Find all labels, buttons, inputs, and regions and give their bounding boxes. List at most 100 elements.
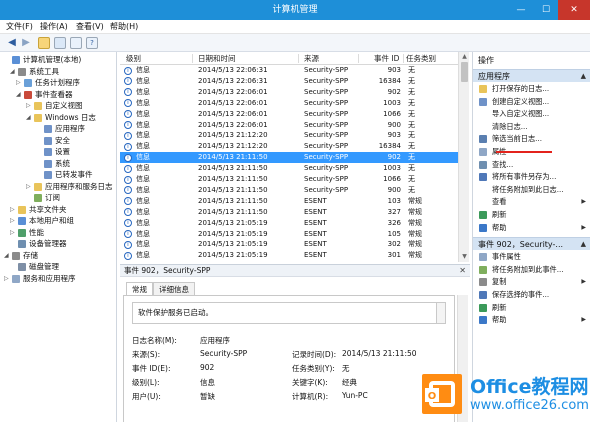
action-item[interactable]: 筛选当前日志... [473, 133, 590, 145]
tree-item[interactable]: ▷ 应用程序和服务日志 [0, 181, 116, 193]
tree-expand-icon[interactable]: ▷ [10, 204, 18, 216]
tree-expand-icon[interactable]: ▷ [26, 100, 34, 112]
tree-item[interactable]: ▷ 自定义视图 [0, 100, 116, 112]
column-task-category[interactable]: 任务类别 [406, 52, 436, 65]
column-source[interactable]: 来源 [304, 52, 319, 65]
event-row[interactable]: i 信息 2014/5/13 21:12:20 Security-SPP 903 无 [120, 130, 458, 141]
event-row[interactable]: i 信息 2014/5/13 22:06:31 Security-SPP 16384 无 [120, 76, 458, 87]
event-row[interactable]: i 信息 2014/5/13 22:06:01 Security-SPP 900 无 [120, 120, 458, 131]
tree-expand-icon[interactable]: ▷ [16, 77, 24, 89]
tree-item[interactable]: ▷ 本地用户和组 [0, 215, 116, 227]
action-item[interactable]: 打开保存的日志... [473, 83, 590, 95]
column-level[interactable]: 级别 [126, 52, 141, 65]
event-row[interactable]: i 信息 2014/5/13 21:11:50 ESENT 327 常规 [120, 207, 458, 218]
maximize-button[interactable]: ☐ [534, 0, 558, 20]
event-row[interactable]: i 信息 2014/5/13 21:11:50 Security-SPP 900 无 [120, 185, 458, 196]
scroll-thumb[interactable] [461, 62, 468, 82]
actions-section-app[interactable]: 应用程序 ▲ [473, 69, 590, 82]
tree-item[interactable]: ◢ 系统工具 [0, 66, 116, 78]
tree-item[interactable]: ▷ 服务和应用程序 [0, 273, 116, 285]
event-row[interactable]: i 信息 2014/5/13 21:11:50 Security-SPP 1066 无 [120, 174, 458, 185]
event-row[interactable]: i 信息 2014/5/13 22:06:01 Security-SPP 1066 无 [120, 109, 458, 120]
tree-item[interactable]: 安全 [0, 135, 116, 147]
action-item[interactable]: 查看 ▶ [473, 196, 590, 208]
event-row[interactable]: i 信息 2014/5/13 22:06:01 Security-SPP 902 无 [120, 87, 458, 98]
tree-expand-icon[interactable]: ▷ [10, 227, 18, 239]
event-row[interactable]: i 信息 2014/5/13 21:05:19 ESENT 105 常规 [120, 229, 458, 240]
action-item[interactable]: 帮助 ▶ [473, 314, 590, 326]
tree-item[interactable]: ◢ Windows 日志 [0, 112, 116, 124]
tab-details[interactable]: 详细信息 [153, 282, 195, 295]
action-item[interactable]: 复制 ▶ [473, 276, 590, 288]
scroll-down-icon[interactable]: ▼ [459, 252, 470, 262]
tree-item[interactable]: ◢ 存储 [0, 250, 116, 262]
tree-item[interactable]: ▷ 性能 [0, 227, 116, 239]
event-row[interactable]: i 信息 2014/5/13 21:11:50 Security-SPP 1003 无 [120, 163, 458, 174]
tree-expand-icon[interactable]: ▷ [10, 215, 18, 227]
column-event-id[interactable]: 事件 ID [374, 52, 399, 65]
event-row[interactable]: i 信息 2014/5/13 21:11:50 ESENT 103 常规 [120, 196, 458, 207]
action-item[interactable]: 导入自定义视图... [473, 108, 590, 120]
action-item[interactable]: 清除日志... [473, 121, 590, 133]
event-row[interactable]: i 信息 2014/5/13 21:05:19 ESENT 301 常规 [120, 250, 458, 261]
action-item[interactable]: 将任务附加到此事件... [473, 264, 590, 276]
tree-expand-icon[interactable]: ◢ [16, 89, 24, 101]
close-button[interactable]: ✕ [558, 0, 590, 20]
event-row[interactable]: i 信息 2014/5/13 22:06:31 Security-SPP 903 无 [120, 65, 458, 76]
event-row[interactable]: i 信息 2014/5/13 21:12:20 Security-SPP 16384 无 [120, 141, 458, 152]
info-icon: i [124, 66, 132, 75]
forward-icon[interactable]: ▶ [20, 37, 32, 49]
tab-general[interactable]: 常规 [126, 282, 153, 295]
back-icon[interactable]: ◀ [6, 37, 18, 49]
action-item[interactable]: 创建自定义视图... [473, 96, 590, 108]
tree-item[interactable]: 设置 [0, 146, 116, 158]
tree-expand-icon[interactable]: ◢ [26, 112, 34, 124]
tree-item[interactable]: ▷ 任务计划程序 [0, 77, 116, 89]
folder-up-icon[interactable] [38, 37, 50, 49]
tree-expand-icon[interactable]: ◢ [10, 66, 18, 78]
event-message[interactable]: 软件保护服务已启动。 [132, 302, 437, 324]
menu-file[interactable]: 文件(F) [6, 20, 33, 34]
action-item[interactable]: 保存选择的事件... [473, 289, 590, 301]
collapse-icon[interactable]: ▲ [581, 238, 586, 251]
show-hide-tree-icon[interactable] [54, 37, 66, 49]
action-item[interactable]: 将所有事件另存为... [473, 171, 590, 183]
action-item[interactable]: 刷新 [473, 302, 590, 314]
event-list-scrollbar[interactable]: ▲ ▼ [458, 52, 469, 262]
tree-item[interactable]: 应用程序 [0, 123, 116, 135]
action-item[interactable]: 查找... [473, 159, 590, 171]
event-cell-task: 无 [408, 185, 415, 194]
message-scrollbar[interactable] [437, 302, 446, 324]
column-datetime[interactable]: 日期和时间 [198, 52, 236, 65]
menu-help[interactable]: 帮助(H) [110, 20, 138, 34]
action-item[interactable]: 刷新 [473, 209, 590, 221]
help-icon[interactable]: ? [86, 37, 98, 49]
actions-section-event[interactable]: 事件 902，Security-... ▲ [473, 237, 590, 251]
properties-icon[interactable] [70, 37, 82, 49]
collapse-icon[interactable]: ▲ [581, 70, 586, 83]
event-row[interactable]: i 信息 2014/5/13 21:05:19 ESENT 302 常规 [120, 239, 458, 250]
event-row[interactable]: i 信息 2014/5/13 22:06:01 Security-SPP 1003 无 [120, 98, 458, 109]
tree-item[interactable]: 磁盘管理 [0, 261, 116, 273]
tree-item[interactable]: 设备管理器 [0, 238, 116, 250]
tree-item[interactable]: 系统 [0, 158, 116, 170]
detail-close-icon[interactable]: ✕ [459, 265, 466, 277]
tree-item[interactable]: ◢ 事件查看器 [0, 89, 116, 101]
menu-action[interactable]: 操作(A) [40, 20, 68, 34]
tree-expand-icon[interactable]: ▷ [26, 181, 34, 193]
tree-item[interactable]: 订阅 [0, 192, 116, 204]
event-cell-id: 1003 [383, 98, 401, 107]
action-item[interactable]: 事件属性 [473, 251, 590, 263]
scroll-up-icon[interactable]: ▲ [459, 52, 470, 62]
event-row[interactable]: i 信息 2014/5/13 21:11:50 Security-SPP 902 无 [120, 152, 458, 163]
minimize-button[interactable]: — [508, 0, 534, 20]
menu-view[interactable]: 查看(V) [76, 20, 104, 34]
tree-expand-icon[interactable]: ◢ [4, 250, 12, 262]
tree-item[interactable]: 计算机管理(本地) [0, 54, 116, 66]
tree-expand-icon[interactable]: ▷ [4, 273, 12, 285]
event-row[interactable]: i 信息 2014/5/13 21:05:19 ESENT 326 常规 [120, 218, 458, 229]
action-item[interactable]: 将任务附加到此日志... [473, 184, 590, 196]
action-item[interactable]: 帮助 ▶ [473, 222, 590, 234]
tree-item[interactable]: 已转发事件 [0, 169, 116, 181]
tree-item[interactable]: ▷ 共享文件夹 [0, 204, 116, 216]
